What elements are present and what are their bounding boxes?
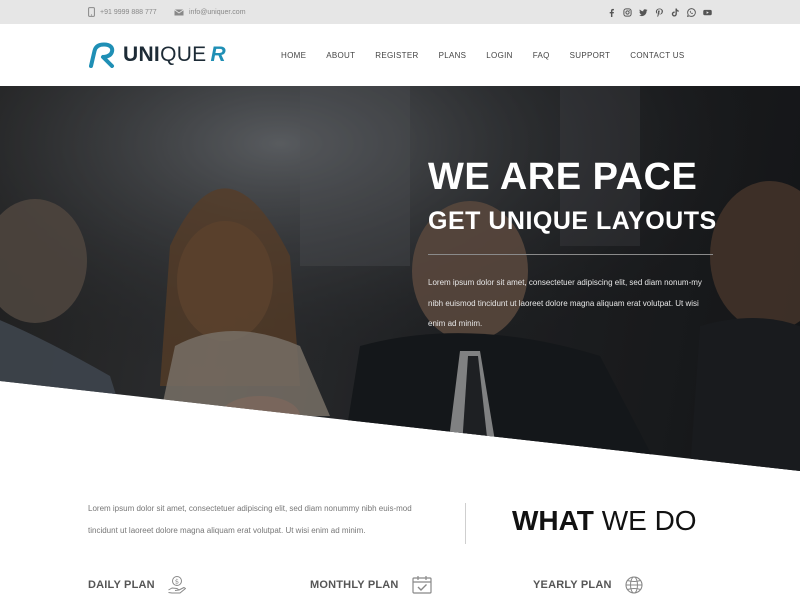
contact-email[interactable]: info@uniquer.com [174,0,246,24]
brand-name: UNIQUE R [123,43,226,67]
pinterest-icon[interactable] [655,7,664,17]
mail-icon [174,8,184,15]
hero-subtitle: GET UNIQUE LAYOUTS [428,207,717,235]
phone-number: +91 9999 888 777 [100,8,157,16]
tiktok-icon[interactable] [671,7,680,17]
twitter-icon[interactable] [639,8,648,17]
email-address: info@uniquer.com [189,8,246,16]
what-we-do-intro: Lorem ipsum dolor sit amet, consectetuer… [88,504,412,535]
brand-name-bold: UNI [123,43,161,66]
brand-name-accent: R [210,43,226,66]
top-bar: +91 9999 888 777 info@uniquer.com [0,0,800,24]
nav-support[interactable]: SUPPORT [570,51,611,60]
title-bold: WHAT [512,505,594,536]
svg-text:$: $ [175,578,179,586]
nav-faq[interactable]: FAQ [533,51,550,60]
site-header: UNIQUE R HOME ABOUT REGISTER PLANS LOGIN … [0,24,800,86]
whatsapp-icon[interactable] [687,7,696,17]
hero-banner: WE ARE PACE GET UNIQUE LAYOUTS Lorem ips… [0,86,800,471]
logo-mark-icon [89,42,115,68]
plan-label: DAILY PLAN [88,579,155,591]
plan-yearly[interactable]: YEARLY PLAN [533,572,644,598]
plan-daily[interactable]: DAILY PLAN $ [88,572,187,598]
section-divider [465,503,466,544]
hero-divider [428,254,713,255]
youtube-icon[interactable] [703,8,712,17]
brand-name-light: QUE [160,43,207,66]
phone-icon [88,7,95,17]
instagram-icon[interactable] [623,7,632,17]
money-hand-icon: $ [167,575,187,595]
social-links [607,0,712,24]
nav-home[interactable]: HOME [281,51,306,60]
facebook-icon[interactable] [607,8,616,17]
nav-plans[interactable]: PLANS [439,51,467,60]
contact-phone[interactable]: +91 9999 888 777 [88,0,157,24]
nav-about[interactable]: ABOUT [326,51,355,60]
title-light: WE DO [601,505,697,536]
hero-title: WE ARE PACE [428,156,698,198]
plan-label: MONTHLY PLAN [310,579,399,591]
brand-logo[interactable]: UNIQUE R [88,41,226,69]
what-we-do-title: WHAT WE DO [512,505,697,537]
calendar-check-icon [411,575,433,595]
hero-description: Lorem ipsum dolor sit amet, consectetuer… [428,278,702,328]
plan-monthly[interactable]: MONTHLY PLAN [310,572,433,598]
main-nav: HOME ABOUT REGISTER PLANS LOGIN FAQ SUPP… [281,24,685,86]
globe-icon [624,575,644,595]
nav-login[interactable]: LOGIN [486,51,512,60]
plan-label: YEARLY PLAN [533,579,612,591]
nav-contact-us[interactable]: CONTACT US [630,51,684,60]
nav-register[interactable]: REGISTER [375,51,418,60]
